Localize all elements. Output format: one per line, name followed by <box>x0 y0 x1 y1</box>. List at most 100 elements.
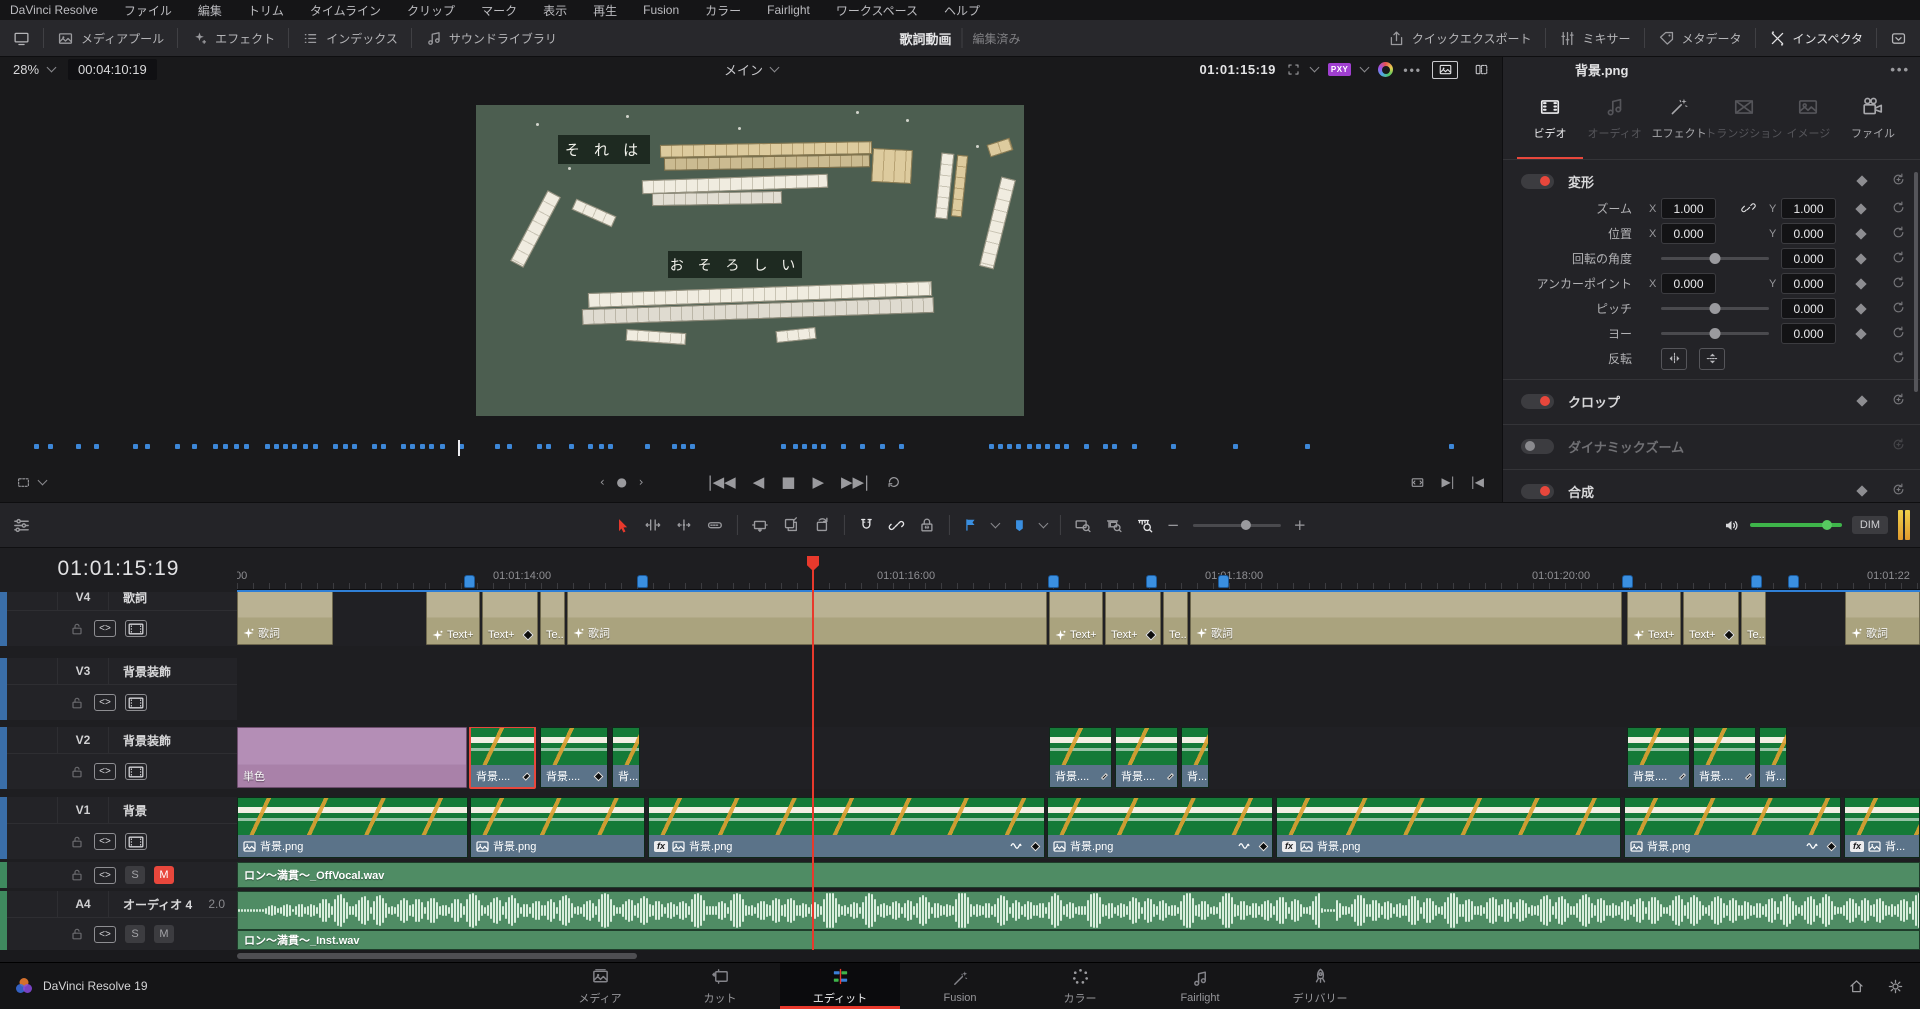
viewer-frame[interactable]: そ れ は お そ ろ し い <box>476 105 1024 416</box>
track-id[interactable]: A4 <box>57 891 109 917</box>
tool-zoom-full-extent[interactable] <box>1074 516 1092 534</box>
more-options-icon[interactable]: ••• <box>1403 63 1422 77</box>
section-toggle[interactable] <box>1521 484 1554 499</box>
scrub-marker-dot[interactable] <box>608 444 613 449</box>
nav-page-Fairlight[interactable]: Fairlight <box>1140 963 1260 1009</box>
reset-icon[interactable] <box>1891 482 1906 500</box>
timeline-clip[interactable]: Te... <box>540 592 565 645</box>
nav-page-メディア[interactable]: メディア <box>540 963 660 1009</box>
track-id[interactable]: V2 <box>57 727 109 753</box>
timeline-horizontal-scrollbar[interactable] <box>0 950 1920 962</box>
menu-item[interactable]: Fusion <box>643 3 679 17</box>
toolbar-button-エフェクト[interactable]: エフェクト <box>178 20 288 56</box>
tool-insert-clip[interactable] <box>751 516 769 534</box>
tab-オーディオ[interactable]: オーディオ <box>1586 88 1644 159</box>
menu-item[interactable]: 編集 <box>198 2 222 19</box>
audio-monitor-icon[interactable] <box>1723 517 1740 534</box>
chevron-down-icon[interactable] <box>38 475 48 485</box>
scrub-marker-dot[interactable] <box>681 444 686 449</box>
nav-page-カット[interactable]: カット <box>660 963 780 1009</box>
source-viewer-icon[interactable] <box>0 20 43 56</box>
scrub-marker-dot[interactable] <box>274 444 279 449</box>
timeline-marker[interactable] <box>464 575 475 588</box>
timeline-clip[interactable]: 背景.... <box>1115 727 1178 788</box>
scrub-marker-dot[interactable] <box>76 444 81 449</box>
proxy-badge[interactable]: PXY <box>1328 63 1352 76</box>
toolbar-button-インスペクタ[interactable]: インスペクタ <box>1756 20 1876 56</box>
scrub-marker-dot[interactable] <box>234 444 239 449</box>
reset-icon[interactable] <box>1891 300 1906 318</box>
track-lane-v3[interactable] <box>237 658 1920 720</box>
scrub-playhead[interactable] <box>458 440 460 456</box>
track-lane-v2[interactable]: 単色背景....背景....背...背景....背景....背...背景....… <box>237 727 1920 789</box>
value-x-input[interactable]: 0.000 <box>1661 273 1716 294</box>
previous-marker-icon[interactable]: ‹ ● › <box>600 476 648 488</box>
section-toggle[interactable] <box>1521 174 1554 189</box>
scrub-marker-dot[interactable] <box>303 444 308 449</box>
scrub-marker-dot[interactable] <box>401 444 406 449</box>
track-film-icon[interactable] <box>125 763 147 780</box>
scrub-marker-dot[interactable] <box>569 444 574 449</box>
toolbar-button-メタデータ[interactable]: メタデータ <box>1645 20 1755 56</box>
scrub-marker-dot[interactable] <box>1036 444 1041 449</box>
stop-button[interactable]: ■ <box>781 475 795 490</box>
track-lane-v1[interactable]: 背景.png背景.pngfx背景.png背景.pngfx背景.png背景.png… <box>237 797 1920 859</box>
auto-select-button[interactable]: <> <box>94 694 116 711</box>
timeline-clip[interactable]: fx背景.png <box>648 797 1045 858</box>
section-toggle[interactable] <box>1521 439 1554 454</box>
timeline-zoom-slider[interactable] <box>1193 524 1281 527</box>
reset-icon[interactable] <box>1891 350 1906 368</box>
nav-page-カラー[interactable]: カラー <box>1020 963 1140 1009</box>
tab-エフェクト[interactable]: エフェクト <box>1650 88 1708 159</box>
timeline-clip[interactable]: 背景.... <box>470 727 535 788</box>
reset-icon[interactable] <box>1891 325 1906 343</box>
param-slider[interactable] <box>1661 307 1769 310</box>
value-input[interactable]: 0.000 <box>1781 298 1836 319</box>
timeline-clip[interactable]: Text+ <box>1049 592 1103 645</box>
scrub-marker-dot[interactable] <box>821 444 826 449</box>
scrub-marker-dot[interactable] <box>372 444 377 449</box>
slider-knob[interactable] <box>1710 303 1721 314</box>
tool-marker[interactable] <box>1012 518 1027 533</box>
zoom-in-icon[interactable]: + <box>1294 518 1307 533</box>
value-y-input[interactable]: 0.000 <box>1781 273 1836 294</box>
safe-area-icon[interactable] <box>1286 62 1301 77</box>
tool-flag[interactable] <box>963 517 979 533</box>
timeline-ruler[interactable]: 0001:01:14:0001:01:16:0001:01:18:0001:01… <box>237 548 1920 590</box>
scrub-marker-dot[interactable] <box>1132 444 1137 449</box>
scrub-marker-dot[interactable] <box>283 444 288 449</box>
track-id[interactable]: V1 <box>57 797 109 823</box>
scrub-marker-dot[interactable] <box>812 444 817 449</box>
play-button[interactable]: ▶ <box>812 475 824 490</box>
timeline-marker[interactable] <box>1048 575 1059 588</box>
scrub-marker-dot[interactable] <box>1233 444 1238 449</box>
tab-イメージ[interactable]: イメージ <box>1779 88 1837 159</box>
value-x-input[interactable]: 0.000 <box>1661 223 1716 244</box>
timeline-clip[interactable]: Text+ <box>426 592 480 645</box>
lock-icon[interactable] <box>69 926 85 942</box>
tool-zoom-custom[interactable] <box>1136 516 1154 534</box>
value-y-input[interactable]: 0.000 <box>1781 223 1836 244</box>
flip-vertical-button[interactable] <box>1699 348 1725 370</box>
tool-overwrite-clip[interactable] <box>782 516 800 534</box>
timeline-clip[interactable]: Text+ <box>1683 592 1739 645</box>
tab-ビデオ[interactable]: ビデオ <box>1521 88 1579 159</box>
reset-icon[interactable] <box>1891 437 1906 455</box>
scrub-marker-dot[interactable] <box>175 444 180 449</box>
tool-razor-edit-mode[interactable] <box>706 516 724 534</box>
go-to-end-button[interactable]: ▶▶| <box>841 475 869 490</box>
menu-item[interactable]: カラー <box>705 2 741 19</box>
timeline-view-options-icon[interactable] <box>12 516 31 535</box>
scrub-marker-dot[interactable] <box>998 444 1003 449</box>
timeline-marker[interactable] <box>1622 575 1633 588</box>
tool-position-lock[interactable] <box>918 516 936 534</box>
tool-zoom-detail[interactable] <box>1105 516 1123 534</box>
scrub-marker-dot[interactable] <box>440 444 445 449</box>
timeline-marker[interactable] <box>1146 575 1157 588</box>
lock-icon[interactable] <box>69 695 85 711</box>
timeline-clip[interactable]: 背... <box>1759 727 1787 788</box>
scrub-marker-dot[interactable] <box>672 444 677 449</box>
timeline-clip[interactable]: 背... <box>612 727 640 788</box>
track-name[interactable]: 背景装飾 <box>123 732 171 749</box>
reset-icon[interactable] <box>1891 392 1906 410</box>
